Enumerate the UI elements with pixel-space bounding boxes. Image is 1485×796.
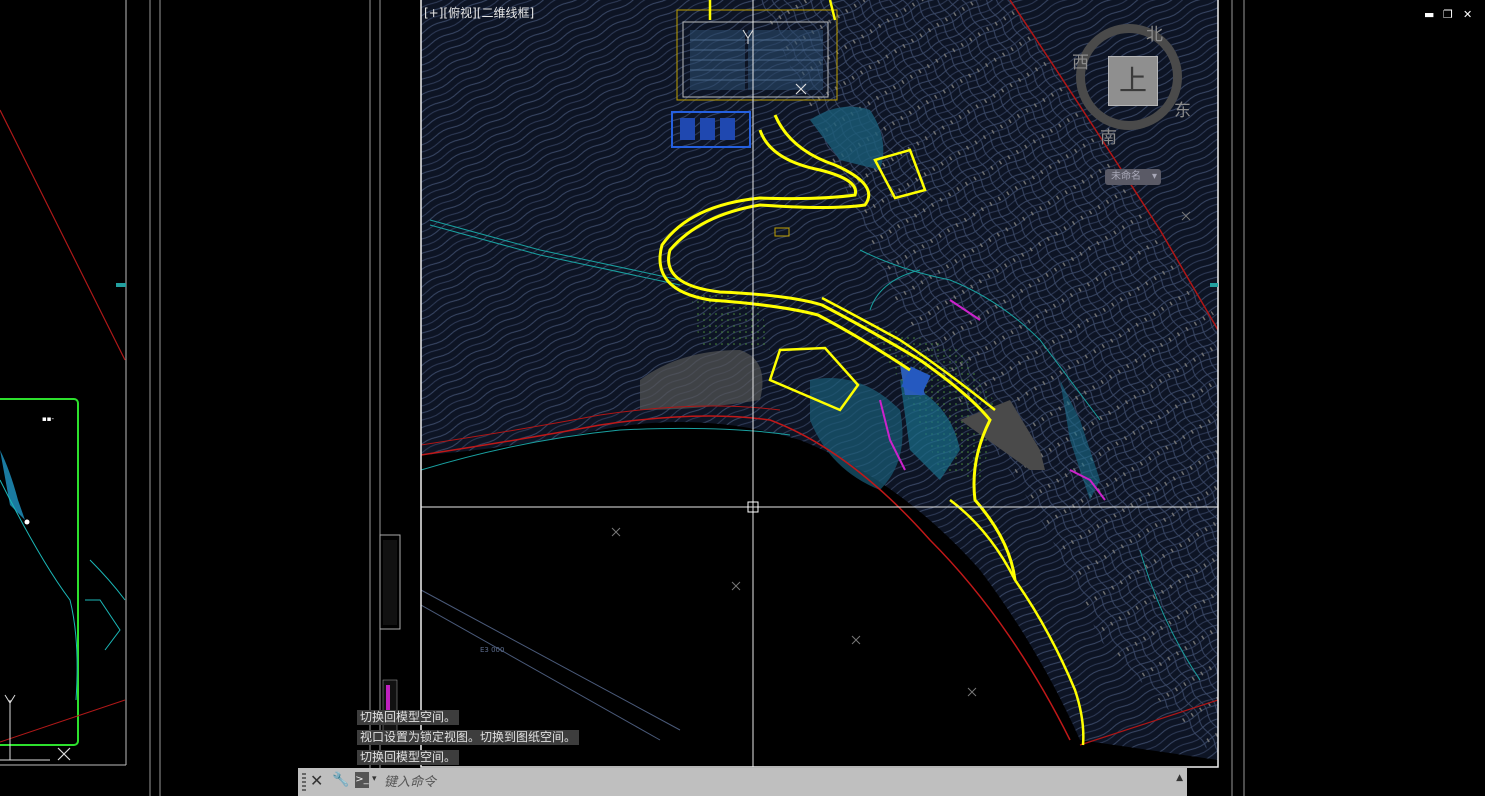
command-history-line: 切换回模型空间。 <box>357 750 460 765</box>
chevron-up-icon[interactable]: ▲ <box>1176 773 1183 783</box>
viewport-controls-label[interactable]: [+][俯视][二维线框] <box>424 4 534 21</box>
viewcube-top-face[interactable]: 上 <box>1108 56 1158 106</box>
viewcube[interactable]: 上 北 西 东 南 <box>1070 18 1210 148</box>
compass-east[interactable]: 东 <box>1174 96 1191 121</box>
ucs-dropdown[interactable]: 未命名 ▾ <box>1105 169 1161 185</box>
command-prompt-icon[interactable]: >_ <box>355 772 369 788</box>
svg-text:E3 000: E3 000 <box>480 646 504 654</box>
command-input[interactable] <box>382 772 946 792</box>
command-line-bar: ✕ 🔧 >_ ▾ ▲ <box>298 768 1187 796</box>
chevron-down-icon[interactable]: ▾ <box>372 774 377 784</box>
cad-drawing-canvas[interactable]: ▪▪- E3 000 <box>0 0 1485 796</box>
command-history-line: 视口设置为锁定视图。切换到图纸空间。 <box>357 730 580 745</box>
chevron-down-icon: ▾ <box>1151 171 1157 182</box>
ucs-dropdown-value: 未命名 <box>1111 171 1141 182</box>
compass-north[interactable]: 北 <box>1146 20 1163 45</box>
svg-text:▪▪-: ▪▪- <box>42 415 54 423</box>
close-icon[interactable]: ✕ <box>1463 8 1472 21</box>
command-history-line: 切换回模型空间。 <box>357 710 460 725</box>
restore-icon[interactable]: ❐ <box>1443 8 1453 21</box>
drag-handle-icon[interactable] <box>302 773 306 791</box>
wrench-icon[interactable]: 🔧 <box>332 772 349 788</box>
minimize-icon[interactable]: ▬ <box>1424 8 1434 21</box>
close-icon[interactable]: ✕ <box>310 771 323 790</box>
left-sheet: ▪▪- <box>0 0 127 766</box>
compass-west[interactable]: 西 <box>1072 48 1089 73</box>
compass-south[interactable]: 南 <box>1100 123 1117 148</box>
